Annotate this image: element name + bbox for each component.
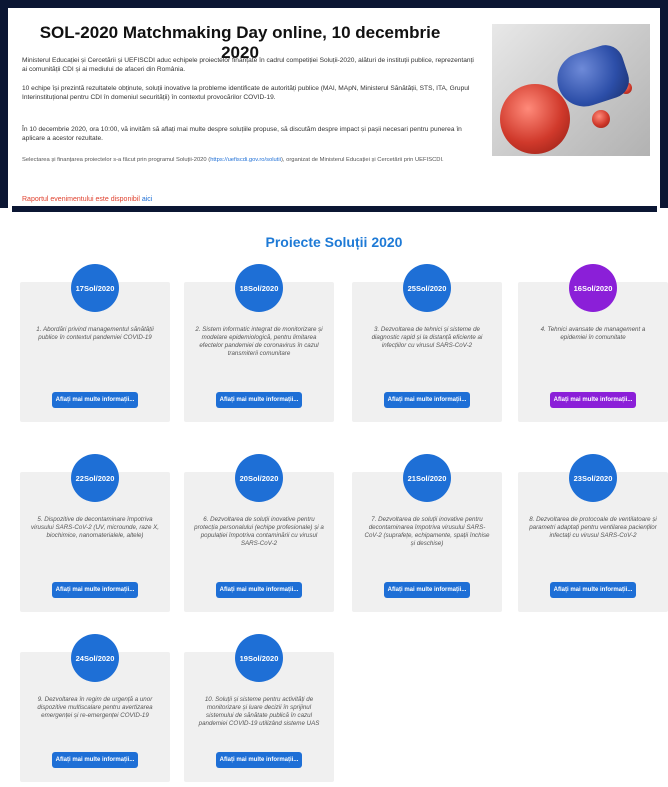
project-card: 17Sol/2020 1. Abordări privind management… <box>20 264 170 422</box>
left-border <box>0 0 8 208</box>
project-description: 4. Tehnici avansate de management a epid… <box>540 326 646 341</box>
project-code-badge: 21Sol/2020 <box>403 454 451 502</box>
virus-graphic-small <box>592 110 610 128</box>
project-description: 3. Dezvoltarea de tehnici și sisteme de … <box>371 326 483 349</box>
more-info-button[interactable]: Aflați mai multe informații... <box>52 582 138 598</box>
hero-banner: SOL-2020 Matchmaking Day online, 10 dece… <box>12 10 657 212</box>
report-line: Raportul evenimentului este disponibil a… <box>22 196 152 203</box>
section-title: Proiecte Soluții 2020 <box>265 234 403 250</box>
top-border <box>0 0 668 8</box>
project-description: 10. Soluții și sisteme pentru activități… <box>198 696 320 727</box>
more-info-button[interactable]: Aflați mai multe informații... <box>216 582 302 598</box>
more-info-button[interactable]: Aflați mai multe informații... <box>52 752 138 768</box>
project-code-badge: 22Sol/2020 <box>71 454 119 502</box>
project-description: 1. Abordări privind managementul sănătăț… <box>36 326 154 341</box>
project-card: 24Sol/2020 9. Dezvoltarea în regim de urg… <box>20 634 170 782</box>
project-description: 2. Sistem informatic integrat de monitor… <box>195 326 323 357</box>
hero-note: Selectarea și finanțarea proiectelor s-a… <box>22 156 476 164</box>
project-card: 22Sol/2020 5. Dispozitive de decontaminar… <box>20 454 170 612</box>
hero-note-prefix: Selectarea și finanțarea proiectelor s-a… <box>22 157 211 163</box>
project-card: 19Sol/2020 10. Soluții și sisteme pentru … <box>184 634 334 782</box>
project-card: 20Sol/2020 6. Dezvoltarea de soluții inov… <box>184 454 334 612</box>
project-description: 6. Dezvoltarea de soluții inovative pent… <box>194 516 324 547</box>
report-text: Raportul evenimentului este disponibil <box>22 196 142 203</box>
project-description: 9. Dezvoltarea în regim de urgență a uno… <box>37 696 153 719</box>
project-code-badge: 18Sol/2020 <box>235 264 283 312</box>
project-card: 16Sol/2020 4. Tehnici avansate de managem… <box>518 264 668 422</box>
project-code-badge: 23Sol/2020 <box>569 454 617 502</box>
solutii-link[interactable]: https://uefiscdi.gov.ro/solutii <box>210 157 281 163</box>
more-info-button[interactable]: Aflați mai multe informații... <box>216 392 302 408</box>
hero-paragraph-3: În 10 decembrie 2020, ora 10:00, vă invi… <box>22 126 462 142</box>
more-info-button[interactable]: Aflați mai multe informații... <box>550 582 636 598</box>
project-card: 23Sol/2020 8. Dezvoltarea de protocoale d… <box>518 454 668 612</box>
project-code-badge: 17Sol/2020 <box>71 264 119 312</box>
right-border <box>660 0 668 208</box>
more-info-button[interactable]: Aflați mai multe informații... <box>52 392 138 408</box>
project-description: 8. Dezvoltarea de protocoale de ventilat… <box>529 516 657 539</box>
more-info-button[interactable]: Aflați mai multe informații... <box>384 582 470 598</box>
hero-paragraph-1: Ministerul Educației și Cercetării și UE… <box>22 57 474 73</box>
more-info-button[interactable]: Aflați mai multe informații... <box>550 392 636 408</box>
project-description: 7. Dezvoltarea de soluții inovative pent… <box>364 516 490 547</box>
hero-image <box>492 24 650 156</box>
project-description: 5. Dispozitive de decontaminare împotriv… <box>31 516 159 539</box>
report-link[interactable]: aici <box>142 196 153 203</box>
project-code-badge: 19Sol/2020 <box>235 634 283 682</box>
project-card: 25Sol/2020 3. Dezvoltarea de tehnici și s… <box>352 264 502 422</box>
hero-paragraph-2: 10 echipe își prezintă rezultatele obțin… <box>22 85 470 101</box>
project-code-badge: 25Sol/2020 <box>403 264 451 312</box>
more-info-button[interactable]: Aflați mai multe informații... <box>216 752 302 768</box>
hero-note-suffix: ), organizat de Ministerul Educației și … <box>280 157 444 163</box>
page: SOL-2020 Matchmaking Day online, 10 dece… <box>0 0 668 787</box>
project-card: 18Sol/2020 2. Sistem informatic integrat … <box>184 264 334 422</box>
more-info-button[interactable]: Aflați mai multe informații... <box>384 392 470 408</box>
project-card: 21Sol/2020 7. Dezvoltarea de soluții inov… <box>352 454 502 612</box>
virus-graphic <box>500 84 570 154</box>
project-code-badge: 24Sol/2020 <box>71 634 119 682</box>
project-code-badge: 20Sol/2020 <box>235 454 283 502</box>
project-code-badge: 16Sol/2020 <box>569 264 617 312</box>
